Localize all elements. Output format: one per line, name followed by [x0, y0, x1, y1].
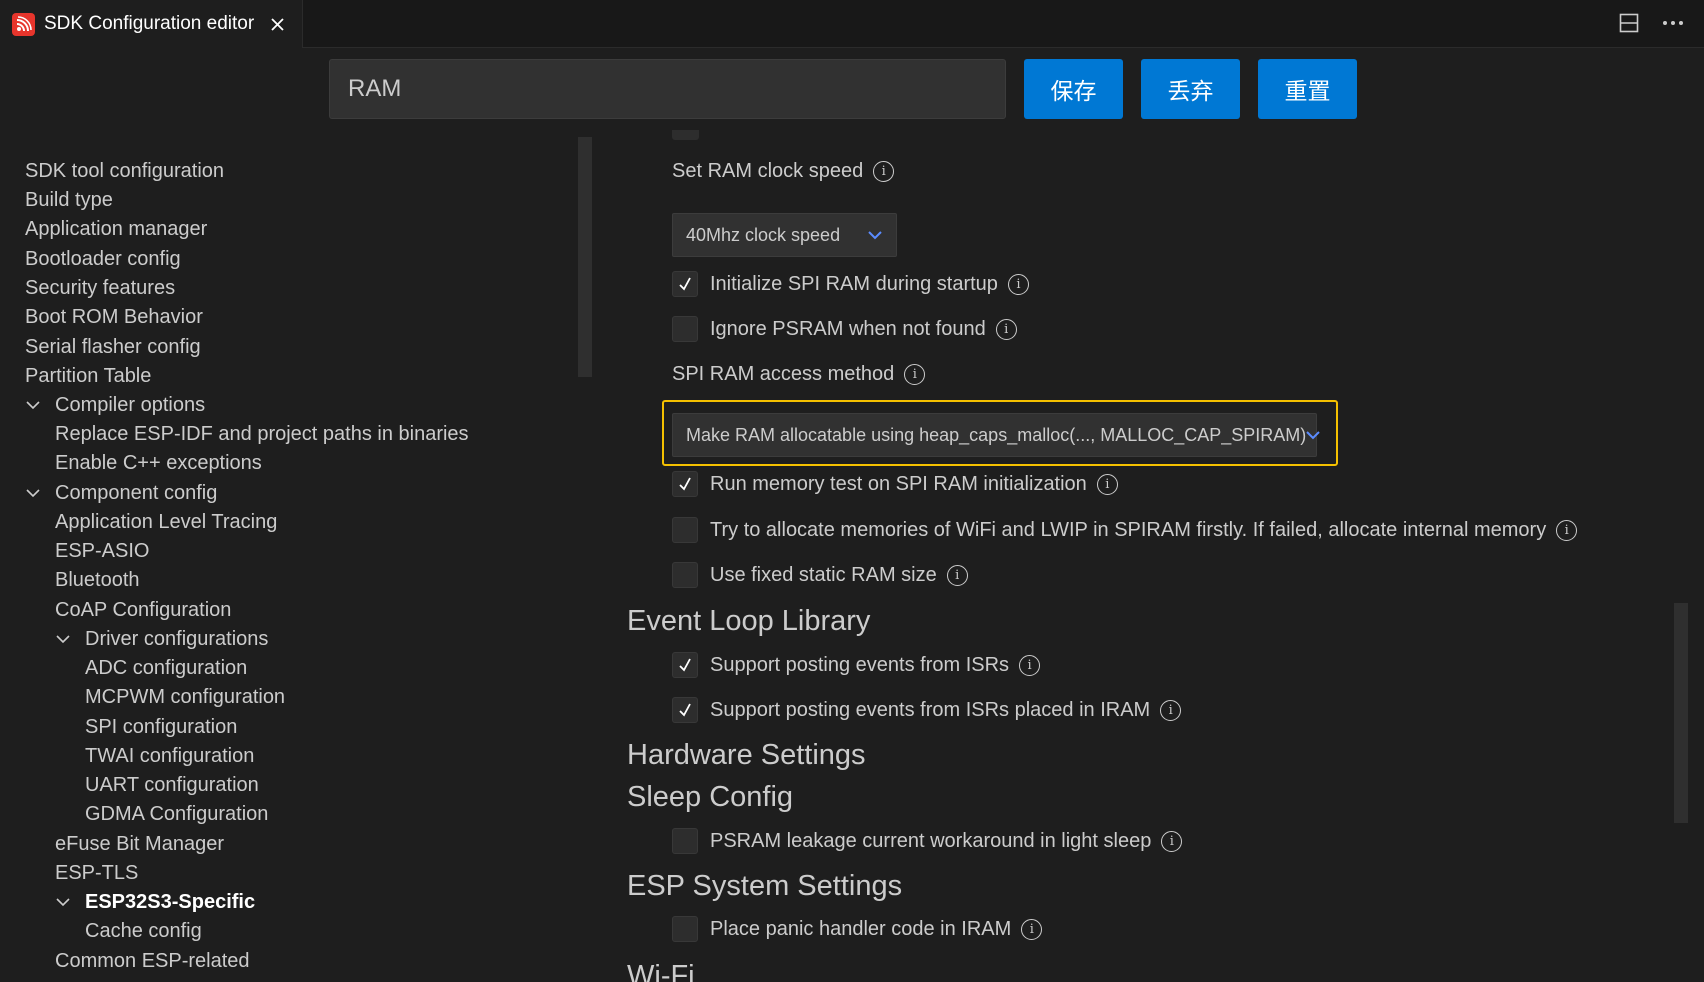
info-icon[interactable]: i [995, 318, 1017, 340]
sidebar-item[interactable]: UART configuration [85, 772, 259, 798]
sidebar-item[interactable]: TWAI configuration [85, 743, 254, 769]
sidebar-item[interactable]: CoAP Configuration [55, 597, 231, 623]
info-icon[interactable]: i [1556, 519, 1578, 541]
sidebar-scrollbar[interactable] [578, 137, 592, 377]
spi-ram-access-method-select[interactable]: Make RAM allocatable using heap_caps_mal… [672, 413, 1320, 457]
ram-clock-speed-select[interactable]: 40Mhz clock speed [672, 213, 897, 257]
spi-ram-access-method-label: SPI RAM access method i [672, 363, 926, 386]
sidebar-item[interactable]: Cache config [85, 918, 202, 944]
clipped-checkbox[interactable] [672, 130, 699, 140]
try-alloc-wifi-checkbox[interactable] [672, 517, 698, 543]
sidebar-item[interactable]: MCPWM configuration [85, 684, 285, 710]
sidebar-item[interactable]: Application Level Tracing [55, 509, 277, 535]
espressif-logo-icon [12, 12, 35, 36]
editor-tab-bar: SDK Configuration editor [0, 0, 1704, 48]
info-icon[interactable]: i [1161, 830, 1183, 852]
section-hardware-settings: Hardware Settings [627, 739, 866, 771]
content-scrollbar[interactable] [1674, 603, 1688, 823]
info-icon[interactable]: i [946, 564, 968, 586]
ignore-psram-checkbox[interactable] [672, 316, 698, 342]
sidebar-item[interactable]: ESP-TLS [55, 860, 138, 886]
sidebar-item-component-config[interactable]: Component config [25, 480, 217, 506]
search-input[interactable] [329, 59, 1006, 119]
sidebar-item-driver-configurations[interactable]: Driver configurations [55, 626, 268, 652]
sidebar-item[interactable]: Build type [25, 187, 113, 213]
fixed-static-ram-checkbox[interactable] [672, 562, 698, 588]
sidebar-item[interactable]: Boot ROM Behavior [25, 304, 203, 330]
sidebar-item[interactable]: Enable C++ exceptions [55, 450, 262, 476]
try-alloc-wifi-row: Try to allocate memories of WiFi and LWI… [672, 517, 1578, 543]
chevron-down-icon [25, 485, 41, 501]
chevron-down-icon [55, 631, 71, 647]
tab-title: SDK Configuration editor [44, 13, 255, 34]
split-editor-icon[interactable] [1616, 10, 1642, 36]
section-event-loop-library: Event Loop Library [627, 605, 871, 637]
fixed-static-ram-row: Use fixed static RAM size i [672, 562, 968, 588]
ignore-psram-row: Ignore PSRAM when not found i [672, 316, 1017, 342]
panic-iram-checkbox[interactable] [672, 916, 698, 942]
sidebar-item[interactable]: ADC configuration [85, 655, 247, 681]
posting-isr-iram-row: Support posting events from ISRs placed … [672, 697, 1182, 723]
chevron-down-icon [1306, 430, 1320, 440]
sidebar-item[interactable]: SDK tool configuration [25, 158, 224, 184]
section-wifi: Wi-Fi [627, 960, 695, 982]
run-memtest-row: Run memory test on SPI RAM initializatio… [672, 471, 1118, 497]
chevron-down-icon [25, 397, 41, 413]
info-icon[interactable]: i [1160, 699, 1182, 721]
reset-button[interactable]: 重置 [1258, 59, 1357, 119]
tab-sdk-configuration-editor[interactable]: SDK Configuration editor [0, 0, 303, 48]
sidebar-item[interactable]: Bluetooth [55, 567, 140, 593]
sidebar-item[interactable]: eFuse Bit Manager [55, 831, 224, 857]
sidebar-item[interactable]: Replace ESP-IDF and project paths in bin… [55, 421, 469, 447]
panic-iram-row: Place panic handler code in IRAM i [672, 916, 1043, 942]
sidebar-item-compiler-options[interactable]: Compiler options [25, 392, 205, 418]
sidebar-item[interactable]: Common ESP-related [55, 948, 250, 974]
info-icon[interactable]: i [873, 161, 895, 182]
info-icon[interactable]: i [904, 364, 926, 385]
info-icon[interactable]: i [1096, 473, 1118, 495]
psram-leakage-checkbox[interactable] [672, 828, 698, 854]
init-spi-ram-checkbox[interactable] [672, 271, 698, 297]
ram-clock-speed-label: Set RAM clock speed i [672, 160, 895, 183]
info-icon[interactable]: i [1007, 273, 1029, 295]
posting-isr-checkbox[interactable] [672, 652, 698, 678]
init-spi-ram-row: Initialize SPI RAM during startup i [672, 271, 1029, 297]
sidebar-item[interactable]: SPI configuration [85, 714, 237, 740]
section-sleep-config: Sleep Config [627, 781, 794, 813]
sidebar-item[interactable]: ESP-ASIO [55, 538, 149, 564]
more-actions-icon[interactable] [1660, 10, 1686, 36]
info-icon[interactable]: i [1021, 918, 1043, 940]
save-button[interactable]: 保存 [1024, 59, 1123, 119]
sidebar-item[interactable]: Bootloader config [25, 246, 181, 272]
posting-isr-row: Support posting events from ISRs i [672, 652, 1041, 678]
info-icon[interactable]: i [1019, 654, 1041, 676]
chevron-down-icon [868, 230, 882, 240]
posting-isr-iram-checkbox[interactable] [672, 697, 698, 723]
close-icon[interactable] [267, 14, 287, 34]
sidebar-item[interactable]: Partition Table [25, 363, 151, 389]
discard-button[interactable]: 丢弃 [1141, 59, 1240, 119]
chevron-down-icon [55, 894, 71, 910]
sidebar-item[interactable]: Serial flasher config [25, 334, 201, 360]
run-memtest-checkbox[interactable] [672, 471, 698, 497]
sidebar-item[interactable]: Security features [25, 275, 175, 301]
psram-leakage-row: PSRAM leakage current workaround in ligh… [672, 828, 1183, 854]
sidebar-nav: SDK tool configuration Build type Applic… [0, 150, 585, 982]
sidebar-item[interactable]: GDMA Configuration [85, 801, 268, 827]
sidebar-item-esp32s3-specific[interactable]: ESP32S3-Specific [55, 889, 255, 915]
section-esp-system-settings: ESP System Settings [627, 870, 903, 902]
sidebar-item[interactable]: Application manager [25, 216, 207, 242]
